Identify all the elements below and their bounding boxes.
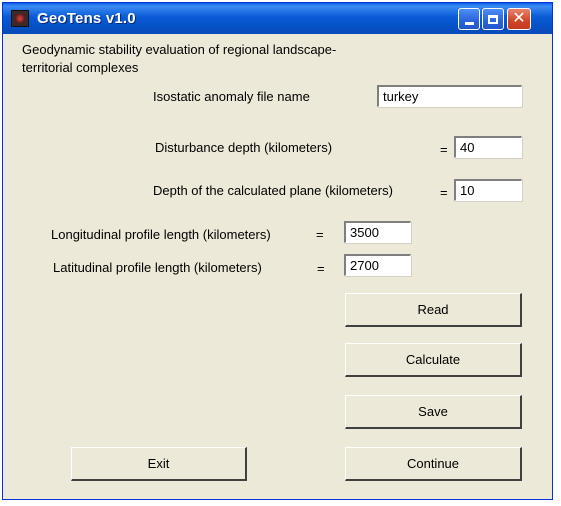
latitudinal-length-input[interactable]: [350, 257, 406, 274]
plane-depth-input[interactable]: [460, 182, 517, 199]
plane-depth-field[interactable]: [454, 179, 522, 201]
maximize-icon: [488, 14, 498, 24]
maximize-button[interactable]: [482, 8, 504, 30]
calculate-button[interactable]: Calculate: [345, 343, 522, 377]
close-button[interactable]: ✕: [507, 8, 531, 30]
save-button[interactable]: Save: [345, 395, 522, 429]
longitudinal-length-label: Longitudinal profile length (kilometers): [51, 227, 271, 242]
window-title: GeoTens v1.0: [37, 10, 136, 27]
close-icon: ✕: [512, 10, 526, 27]
continue-button[interactable]: Continue: [345, 447, 522, 481]
longitudinal-length-field[interactable]: [344, 221, 411, 243]
title-bar[interactable]: GeoTens v1.0 ✕: [3, 3, 552, 34]
latitudinal-length-equals: =: [317, 261, 325, 276]
app-icon[interactable]: [11, 10, 29, 27]
description-text: Geodynamic stability evaluation of regio…: [22, 42, 337, 75]
anomaly-file-field[interactable]: [377, 85, 522, 107]
disturbance-depth-equals: =: [440, 142, 448, 157]
plane-depth-equals: =: [440, 185, 448, 200]
disturbance-depth-label: Disturbance depth (kilometers): [155, 140, 333, 155]
exit-button[interactable]: Exit: [71, 447, 247, 481]
longitudinal-length-input[interactable]: [350, 224, 406, 241]
plane-depth-label: Depth of the calculated plane (kilometer…: [153, 183, 393, 198]
latitudinal-length-field[interactable]: [344, 254, 411, 276]
minimize-button[interactable]: [458, 8, 480, 30]
latitudinal-length-label: Latitudinal profile length (kilometers): [53, 260, 262, 275]
anomaly-file-label: Isostatic anomaly file name: [153, 89, 310, 104]
longitudinal-length-equals: =: [316, 227, 324, 242]
geotens-window: GeoTens v1.0 ✕ Geodynamic stability eval…: [2, 2, 553, 500]
disturbance-depth-field[interactable]: [454, 136, 522, 158]
read-button[interactable]: Read: [345, 293, 522, 327]
disturbance-depth-input[interactable]: [460, 139, 517, 156]
minimize-icon: [464, 22, 474, 25]
anomaly-file-input[interactable]: [383, 88, 517, 105]
